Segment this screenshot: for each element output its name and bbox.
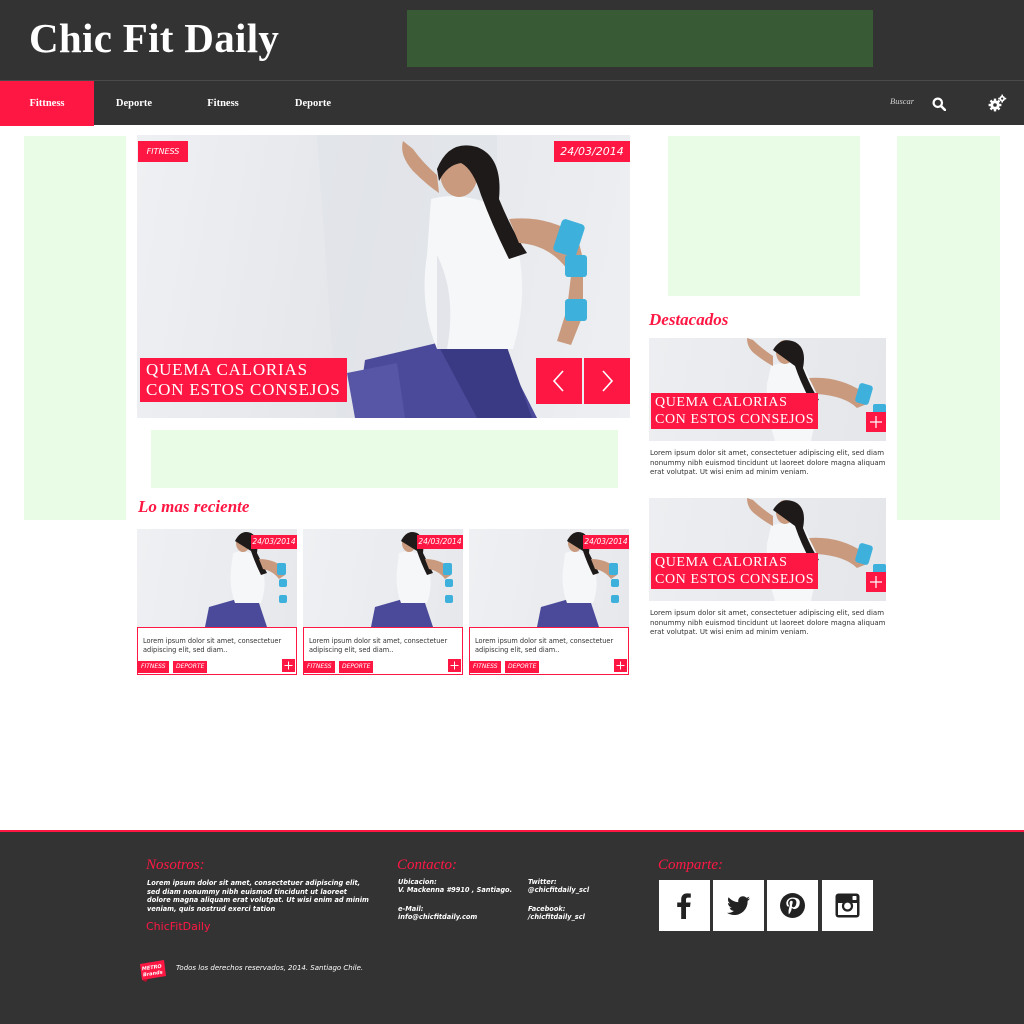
footer-about-text: Lorem ipsum dolor sit amet, consectetuer… [147, 879, 369, 913]
facebook-button[interactable] [659, 880, 710, 931]
featured-headline[interactable]: QUEMA CALORIAS CON ESTOS CONSEJOS [651, 393, 819, 429]
mid-banner-ad[interactable] [151, 430, 618, 488]
nav-item-deporte-2[interactable]: Deporte [273, 81, 353, 126]
gear-icon[interactable] [988, 94, 1007, 112]
featured-headline-line2: CON ESTOS CONSEJOS [655, 572, 815, 587]
footer-location-value: V. Mackenna #9910 , Santiago. [398, 886, 513, 894]
featured-expand-button[interactable] [866, 412, 886, 432]
plus-icon [870, 416, 882, 428]
main-nav: Fittness Deporte Fitness Deporte [0, 80, 1024, 126]
left-sidebar-ad[interactable] [24, 136, 126, 520]
twitter-icon [727, 896, 750, 915]
featured-item[interactable]: QUEMA CALORIAS CON ESTOS CONSEJOS Lorem … [649, 498, 886, 648]
featured-headline[interactable]: QUEMA CALORIAS CON ESTOS CONSEJOS [651, 553, 819, 589]
pinterest-button[interactable] [767, 880, 818, 931]
chevron-right-icon [602, 370, 614, 392]
card-expand-button[interactable] [282, 659, 295, 672]
card-tag-deporte[interactable]: DEPORTE [173, 661, 208, 673]
footer-share-title: Comparte: [658, 857, 723, 873]
instagram-button[interactable] [822, 880, 873, 931]
footer-brand-logo[interactable]: METRO Brands [138, 958, 168, 982]
recent-card[interactable]: 24/03/2014 Lorem ipsum dolor sit amet, c… [137, 529, 297, 675]
chevron-left-icon [552, 370, 564, 392]
featured-excerpt: Lorem ipsum dolor sit amet, consectetuer… [650, 609, 886, 636]
card-tag-deporte[interactable]: DEPORTE [505, 661, 540, 673]
featured-headline-line1: QUEMA CALORIAS [655, 395, 788, 410]
nav-item-fitness[interactable]: Fitness [183, 81, 263, 126]
footer-facebook-link[interactable]: /chicfitdaily_scl [528, 913, 585, 922]
search-label[interactable]: Buscar [890, 96, 914, 106]
card-date-badge: 24/03/2014 [583, 535, 629, 549]
featured-headline-line1: QUEMA CALORIAS [655, 555, 788, 570]
card-expand-button[interactable] [448, 659, 461, 672]
top-header: Chic Fit Daily [0, 0, 1024, 80]
instagram-icon [835, 893, 860, 918]
footer-twitter-link[interactable]: @chicfitdaily_scl [528, 886, 589, 895]
twitter-button[interactable] [713, 880, 764, 931]
recent-card[interactable]: 24/03/2014 Lorem ipsum dolor sit amet, c… [469, 529, 629, 675]
card-date-badge: 24/03/2014 [417, 535, 463, 549]
slider-next-button[interactable] [584, 358, 630, 404]
site-logo[interactable]: Chic Fit Daily [29, 14, 279, 62]
search-icon[interactable] [932, 97, 946, 111]
recent-card[interactable]: 24/03/2014 Lorem ipsum dolor sit amet, c… [303, 529, 463, 675]
plus-icon [616, 661, 625, 670]
pinterest-icon [780, 893, 805, 918]
footer-contact-title: Contacto: [397, 857, 457, 873]
card-body: Lorem ipsum dolor sit amet, consectetuer… [137, 627, 297, 675]
card-tag-fitness[interactable]: FITNESS [138, 661, 169, 673]
plus-icon [870, 576, 882, 588]
right-sidebar-ad[interactable] [897, 136, 1000, 520]
top-banner-ad[interactable] [407, 10, 873, 67]
hero-date-badge: 24/03/2014 [554, 141, 630, 162]
slider-prev-button[interactable] [536, 358, 582, 404]
card-excerpt: Lorem ipsum dolor sit amet, consectetuer… [309, 637, 448, 654]
footer-copyright: Todos los derechos reservados, 2014. San… [176, 964, 364, 972]
card-excerpt: Lorem ipsum dolor sit amet, consectetuer… [143, 637, 282, 654]
card-excerpt: Lorem ipsum dolor sit amet, consectetuer… [475, 637, 614, 654]
plus-icon [284, 661, 293, 670]
footer-about-title: Nosotros: [146, 857, 205, 873]
card-tag-deporte[interactable]: DEPORTE [339, 661, 374, 673]
card-body: Lorem ipsum dolor sit amet, consectetuer… [303, 627, 463, 675]
nav-item-deporte[interactable]: Deporte [94, 81, 174, 126]
featured-heading: Destacados [649, 310, 729, 329]
card-expand-button[interactable] [614, 659, 627, 672]
featured-excerpt: Lorem ipsum dolor sit amet, consectetuer… [650, 449, 886, 476]
nav-item-fittness[interactable]: Fittness [0, 81, 94, 126]
hero-headline-line2: CON ESTOS CONSEJOS [146, 380, 341, 399]
featured-headline-line2: CON ESTOS CONSEJOS [655, 412, 815, 427]
card-body: Lorem ipsum dolor sit amet, consectetuer… [469, 627, 629, 675]
plus-icon [450, 661, 459, 670]
hero-headline-line1: QUEMA CALORIAS [146, 360, 308, 379]
right-box-ad[interactable] [668, 136, 860, 296]
card-tag-fitness[interactable]: FITNESS [304, 661, 335, 673]
hero-category-tag[interactable]: FITNESS [138, 141, 188, 162]
featured-expand-button[interactable] [866, 572, 886, 592]
card-date-badge: 24/03/2014 [251, 535, 297, 549]
footer-brand[interactable]: ChicFitDaily [146, 920, 211, 933]
facebook-icon [677, 893, 691, 919]
hero-headline[interactable]: QUEMA CALORIAS CON ESTOS CONSEJOS [140, 358, 347, 402]
recent-heading: Lo mas reciente [138, 497, 250, 516]
card-tag-fitness[interactable]: FITNESS [470, 661, 501, 673]
featured-item[interactable]: QUEMA CALORIAS CON ESTOS CONSEJOS Lorem … [649, 338, 886, 488]
footer-email-link[interactable]: info@chicfitdaily.com [398, 913, 477, 922]
